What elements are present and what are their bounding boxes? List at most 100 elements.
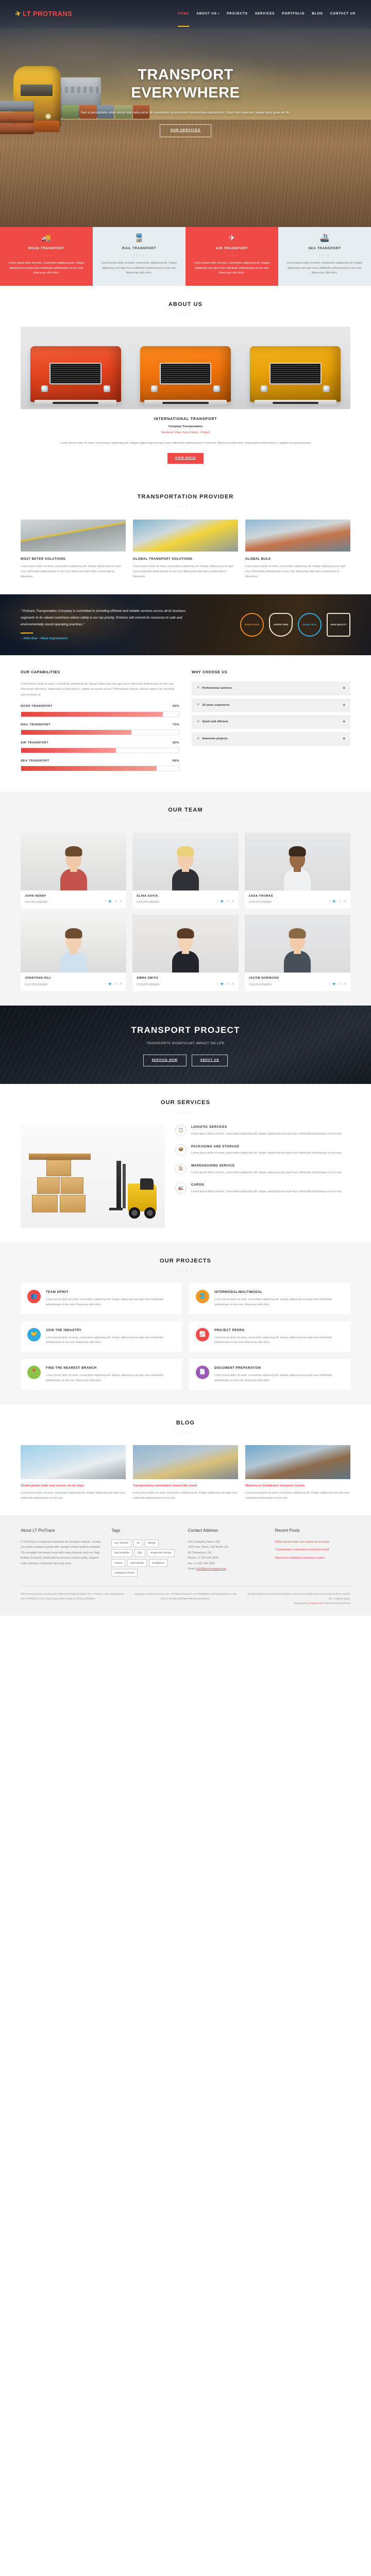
facebook-icon[interactable]: f xyxy=(217,982,218,987)
mail-icon[interactable]: ✉ xyxy=(120,982,122,987)
tag-link[interactable]: php xyxy=(134,1549,145,1557)
twitter-icon[interactable]: 🐦 xyxy=(221,982,224,987)
twitter-icon[interactable]: 🐦 xyxy=(221,900,224,905)
progress-label: RAIL TRANSPORT xyxy=(21,723,51,726)
team-member-card[interactable]: EMMA SMITH CEO/FOUNDER f 🐦 ℗ ✉ xyxy=(132,915,239,992)
nav-home[interactable]: HOME xyxy=(178,11,190,27)
ltheme-link[interactable]: LTheme.com xyxy=(309,1602,323,1605)
facebook-icon[interactable]: f xyxy=(105,900,106,905)
email-link[interactable]: info@yourcompany.com xyxy=(196,1567,226,1570)
recent-post-link[interactable]: Global goods trade root system via air w… xyxy=(275,1540,350,1545)
pinterest-icon[interactable]: ℗ xyxy=(339,982,341,987)
provider-card[interactable]: MOST BETER SOLUTIONS Lorem ipsum dolor s… xyxy=(21,519,126,580)
service-item[interactable]: 📋 LOGISTIC SERVICES Lorem ipsum dolor si… xyxy=(175,1125,350,1137)
pinterest-icon[interactable]: ℗ xyxy=(227,900,229,905)
provider-card[interactable]: GLOBAL TRANSPORT SOLUTIONS Lorem ipsum d… xyxy=(133,519,238,580)
divider-dots: ⁄ ⁄ ⁄ ⁄ xyxy=(177,819,193,822)
pinterest-icon[interactable]: ℗ xyxy=(227,982,229,987)
tag-link[interactable]: wordpress xyxy=(149,1559,167,1567)
twitter-icon[interactable]: 🐦 xyxy=(332,982,336,987)
blog-card[interactable]: Warehouse distribution transport system … xyxy=(245,1445,350,1501)
project-card[interactable]: 🌐 INTERMODAL/MULTIMODAL Lorem ipsum dolo… xyxy=(189,1283,350,1314)
project-card[interactable]: 🤝 JOIN THE INDUSTRY Lorem ipsum dolor si… xyxy=(21,1321,182,1352)
tag-link[interactable]: responsive design xyxy=(147,1549,175,1557)
mail-icon[interactable]: ✉ xyxy=(232,900,234,905)
about-section: ABOUT US ⁄ ⁄ ⁄ ⁄ INTERNATIONAL TRANSPORT… xyxy=(0,286,371,478)
pinterest-icon[interactable]: ℗ xyxy=(115,982,117,987)
facebook-icon[interactable]: f xyxy=(105,982,106,987)
blog-title[interactable]: Warehouse distribution transport system xyxy=(245,1484,350,1488)
strip-card-air[interactable]: ✈ AIR TRANSPORT ⁄ ⁄ ⁄ ⁄ Lorem ipsum dolo… xyxy=(185,227,278,286)
about-link-project[interactable]: Project xyxy=(200,431,210,434)
mail-icon[interactable]: ✉ xyxy=(120,900,122,905)
team-member-card[interactable]: ELINA SOFIA CEO/FOUNDER f 🐦 ℗ ✉ xyxy=(132,832,239,909)
twitter-icon[interactable]: 🐦 xyxy=(108,900,112,905)
facebook-icon[interactable]: f xyxy=(329,900,330,905)
provider-card-title: GLOBAL BULK xyxy=(245,557,271,561)
nav-contact-us[interactable]: CONTACT US xyxy=(330,11,356,18)
project-card[interactable]: 👥 TEAM SPIRIT Lorem ipsum dolor sit amet… xyxy=(21,1283,182,1314)
facebook-icon[interactable]: f xyxy=(217,900,218,905)
blog-card[interactable]: Global goods trade root system via air w… xyxy=(21,1445,126,1501)
facebook-icon[interactable]: f xyxy=(329,982,330,987)
accordion-professional-services[interactable]: ☆ Professional services + xyxy=(192,681,350,695)
accordion-awesome-projects[interactable]: ☆ Awesome projects + xyxy=(192,732,350,746)
tag-link[interactable]: last template xyxy=(111,1549,133,1557)
nav-projects[interactable]: PROJECTS xyxy=(227,11,248,18)
team-member-card[interactable]: JACOB NORWOOD CEO/FOUNDER f 🐦 ℗ ✉ xyxy=(244,915,350,992)
quote-block: " Protrans Transportation Company is com… xyxy=(21,608,191,642)
pinterest-icon[interactable]: ℗ xyxy=(339,900,341,905)
service-item-title: PACKAGING AND STORAGE xyxy=(191,1144,240,1148)
accordion-quick-and-efficient[interactable]: ☆ Quick and efficient + xyxy=(192,715,350,730)
mail-icon[interactable]: ✉ xyxy=(344,900,346,905)
accordion-30-years-experience[interactable]: ☆ 30 years experience + xyxy=(192,698,350,712)
service-now-button[interactable]: SERVICE NOW xyxy=(143,1055,187,1067)
mail-icon[interactable]: ✉ xyxy=(232,982,234,987)
about-us-button[interactable]: ABOUT US xyxy=(191,1055,228,1067)
project-card[interactable]: 📍 FIND THE NEAREST BRANCH Lorem ipsum do… xyxy=(21,1359,182,1390)
service-item[interactable]: 📦 PACKAGING AND STORAGE Lorem ipsum dolo… xyxy=(175,1144,350,1156)
team-member-card[interactable]: JOHN HENRY CEO/FOUNDER f 🐦 ℗ ✉ xyxy=(21,832,127,909)
team-member-card[interactable]: ZADA THOMAS CEO/FOUNDER f 🐦 ℗ ✉ xyxy=(244,832,350,909)
about-link-services[interactable]: Services/ View more Detail xyxy=(161,431,198,434)
service-item[interactable]: 🚛 CARGO Lorem ipsum dolor sit amet, cons… xyxy=(175,1182,350,1194)
provider-card[interactable]: GLOBAL BULK Lorem ipsum dolor sit amet, … xyxy=(245,519,350,580)
twitter-icon[interactable]: 🐦 xyxy=(332,900,336,905)
progress-value: 60% xyxy=(172,741,179,744)
plus-icon[interactable]: + xyxy=(343,719,345,725)
pinterest-icon[interactable]: ℗ xyxy=(115,900,117,905)
plus-icon[interactable]: + xyxy=(343,702,345,709)
plus-icon[interactable]: + xyxy=(343,685,345,692)
tag-link[interactable]: unique xyxy=(111,1559,126,1567)
strip-card-road[interactable]: 🚚 ROAD TRANSPORT ⁄ ⁄ ⁄ ⁄ Lorem ipsum dol… xyxy=(0,227,93,286)
tag-link[interactable]: wordpress theme xyxy=(111,1569,138,1577)
blog-title[interactable]: Global goods trade root system via air w… xyxy=(21,1484,126,1488)
blog-card[interactable]: Transportation automation around the wor… xyxy=(133,1445,238,1501)
blog-title[interactable]: Transportation automation around the wor… xyxy=(133,1484,238,1488)
nav-blog[interactable]: BLOG xyxy=(312,11,323,18)
twitter-icon[interactable]: 🐦 xyxy=(108,982,112,987)
nav-about-us[interactable]: ABOUT US ▾ xyxy=(196,11,220,18)
project-card[interactable]: 📈 PROJECT PEDRO Lorem ipsum dolor sit am… xyxy=(189,1321,350,1352)
tag-link[interactable]: design xyxy=(145,1539,159,1547)
project-card[interactable]: 📄 DOCUMENT PREPARATION Lorem ipsum dolor… xyxy=(189,1359,350,1390)
recent-post-link[interactable]: Warehouse distribution transport system xyxy=(275,1556,350,1561)
nav-portfolio[interactable]: PORTFOLIO xyxy=(282,11,305,18)
site-logo[interactable]: ✈ LT PROTRANS xyxy=(14,9,73,20)
tag-link[interactable]: any website xyxy=(111,1539,132,1547)
about-view-more-button[interactable]: VIEW MORE xyxy=(167,453,204,464)
progress-sea: SEA TRANSPORT 86% xyxy=(21,759,179,772)
service-item[interactable]: 🏠 WAREHOUSING SERVICE Lorem ipsum dolor … xyxy=(175,1163,350,1175)
hero-our-services-button[interactable]: OUR SERVICES xyxy=(159,124,212,138)
plus-icon[interactable]: + xyxy=(343,736,345,742)
tag-link[interactable]: art xyxy=(133,1539,143,1547)
logo-text: LT PROTRANS xyxy=(23,10,73,18)
recent-post-link[interactable]: Transportation automation around the wor… xyxy=(275,1547,350,1553)
team-member-card[interactable]: JONATHAN HILL CEO/FOUNDER f 🐦 ℗ ✉ xyxy=(21,915,127,992)
strip-card-rail[interactable]: 🚆 RAIL TRANSPORT ⁄ ⁄ ⁄ ⁄ Lorem ipsum dol… xyxy=(93,227,185,286)
tag-link[interactable]: web design xyxy=(127,1559,147,1567)
mail-icon[interactable]: ✉ xyxy=(344,982,346,987)
strip-text: Lorem ipsum dolor sit amet, consectetur … xyxy=(101,262,177,274)
strip-card-sea[interactable]: 🚢 SEA TRANSPORT ⁄ ⁄ ⁄ ⁄ Lorem ipsum dolo… xyxy=(278,227,371,286)
nav-services[interactable]: SERVICES xyxy=(255,11,275,18)
